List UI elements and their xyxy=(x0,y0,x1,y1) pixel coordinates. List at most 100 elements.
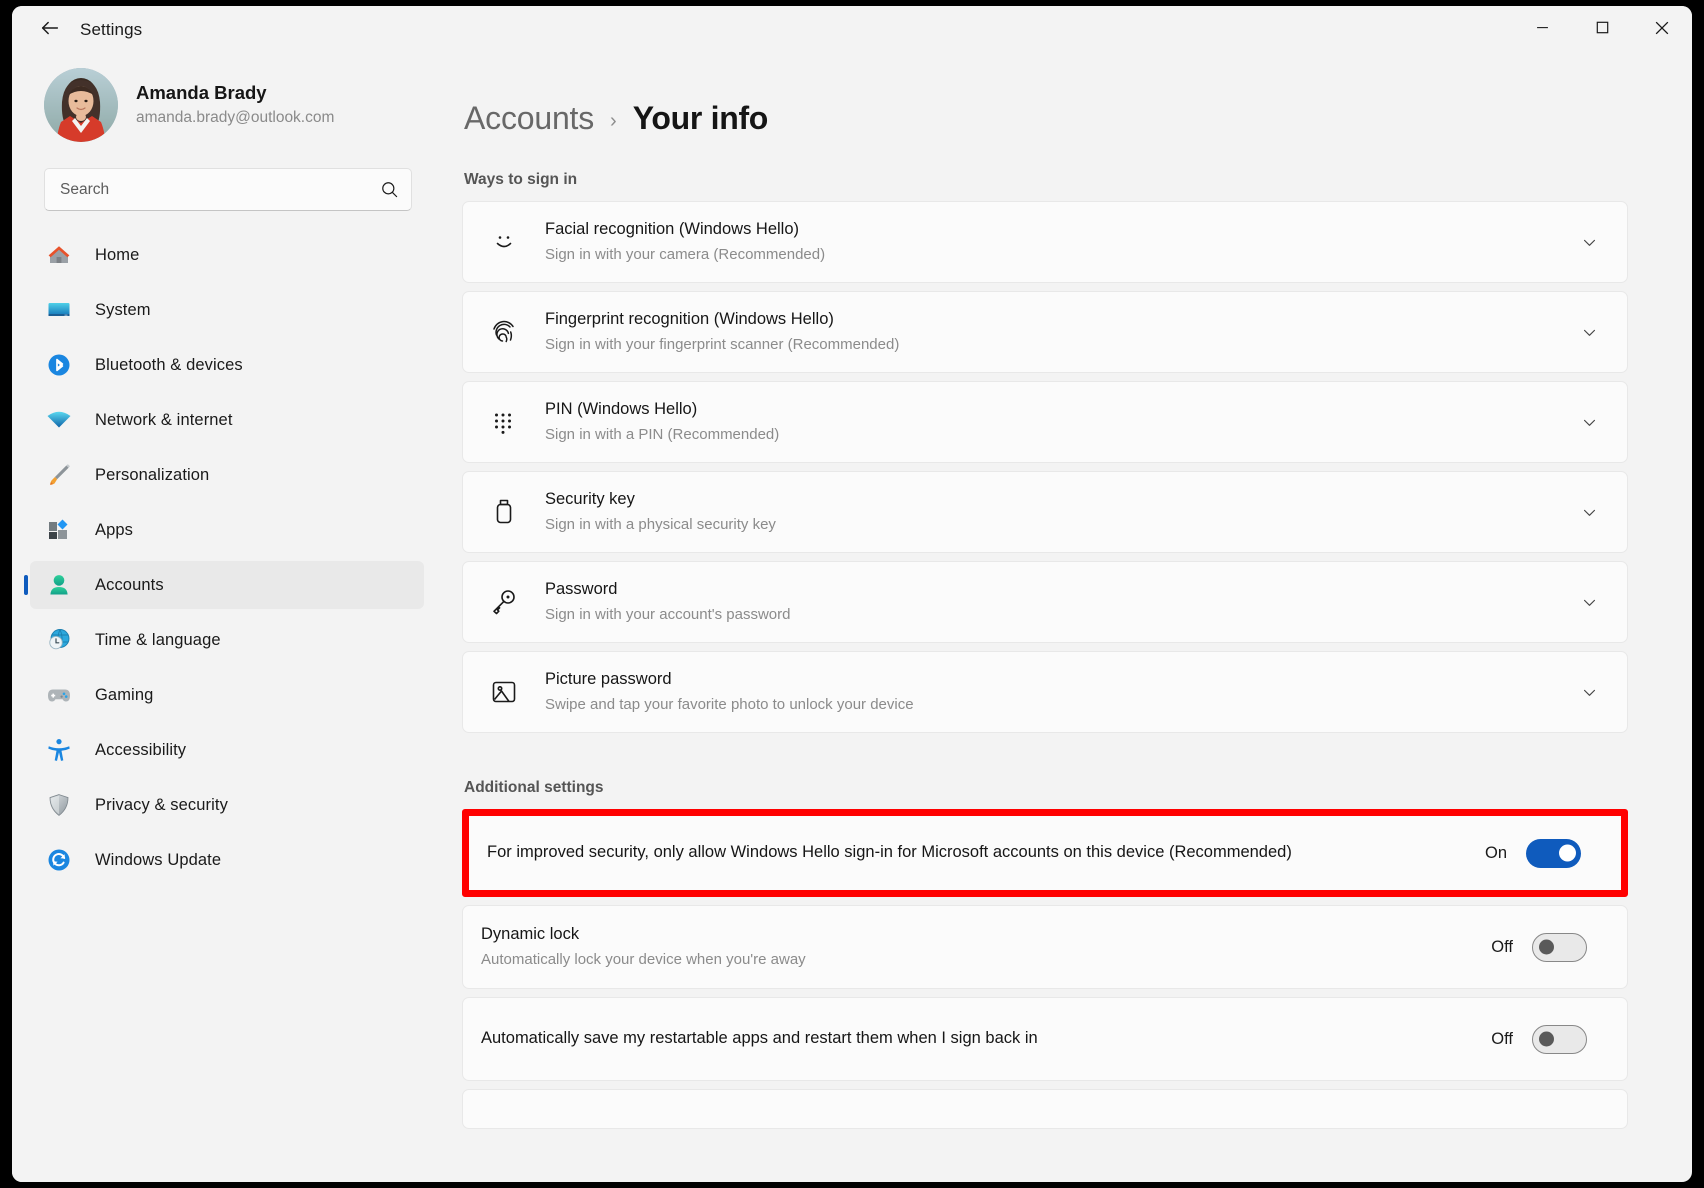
sidebar-item-label: Bluetooth & devices xyxy=(95,356,243,375)
key-icon xyxy=(487,587,521,617)
home-icon xyxy=(44,240,74,270)
picture-icon xyxy=(487,678,521,706)
signin-row-picture-password[interactable]: Picture password Swipe and tap your favo… xyxy=(462,651,1628,733)
setting-row-dynamic-lock[interactable]: Dynamic lock Automatically lock your dev… xyxy=(462,905,1628,989)
ways-to-sign-in-heading: Ways to sign in xyxy=(464,171,1628,189)
search-input[interactable] xyxy=(60,181,380,199)
sidebar-item-label: Windows Update xyxy=(95,851,221,870)
setting-row-partial[interactable] xyxy=(462,1089,1628,1129)
maximize-icon xyxy=(1596,21,1609,39)
sidebar-item-accessibility[interactable]: Accessibility xyxy=(30,726,424,774)
row-subtitle: Sign in with your account's password xyxy=(545,604,1573,626)
sidebar-item-time-language[interactable]: Time & language xyxy=(30,616,424,664)
row-subtitle: Sign in with a PIN (Recommended) xyxy=(545,424,1573,446)
sidebar-item-accounts[interactable]: Accounts xyxy=(30,561,424,609)
sidebar-item-system[interactable]: System xyxy=(30,286,424,334)
row-subtitle: Sign in with a physical security key xyxy=(545,514,1573,536)
chevron-down-icon[interactable] xyxy=(1573,414,1605,431)
window-title: Settings xyxy=(80,20,142,40)
sidebar-item-home[interactable]: Home xyxy=(30,231,424,279)
row-title: Automatically save my restartable apps a… xyxy=(481,1027,1457,1051)
main-content: Accounts › Your info Ways to sign in Fac… xyxy=(440,54,1692,1182)
setting-row-restartable-apps[interactable]: Automatically save my restartable apps a… xyxy=(462,997,1628,1081)
usb-key-icon xyxy=(487,498,521,526)
row-subtitle: Swipe and tap your favorite photo to unl… xyxy=(545,694,1573,716)
sidebar-item-label: Privacy & security xyxy=(95,796,228,815)
minimize-icon xyxy=(1536,21,1549,39)
accessibility-icon xyxy=(44,735,74,765)
close-button[interactable] xyxy=(1632,6,1692,54)
sidebar-item-label: System xyxy=(95,301,151,320)
signin-row-security-key[interactable]: Security key Sign in with a physical sec… xyxy=(462,471,1628,553)
toggle-switch-windows-hello-only[interactable] xyxy=(1526,839,1581,868)
setting-row-windows-hello-only[interactable]: For improved security, only allow Window… xyxy=(469,816,1621,890)
sidebar-item-windows-update[interactable]: Windows Update xyxy=(30,836,424,884)
search-box[interactable] xyxy=(44,168,412,211)
toggle-state-label: Off xyxy=(1487,1030,1513,1049)
signin-row-password[interactable]: Password Sign in with your account's pas… xyxy=(462,561,1628,643)
sidebar-item-gaming[interactable]: Gaming xyxy=(30,671,424,719)
title-bar: Settings xyxy=(12,6,1692,54)
toggle-state-label: Off xyxy=(1487,938,1513,957)
row-title: For improved security, only allow Window… xyxy=(487,841,1451,865)
row-title: Facial recognition (Windows Hello) xyxy=(545,218,1573,242)
row-title: Password xyxy=(545,578,1573,602)
chevron-down-icon[interactable] xyxy=(1573,594,1605,611)
breadcrumb: Accounts › Your info xyxy=(462,100,1628,137)
row-title: Dynamic lock xyxy=(481,923,1457,947)
toggle-group: Off xyxy=(1487,933,1587,962)
sidebar-item-personalization[interactable]: Personalization xyxy=(30,451,424,499)
wifi-icon xyxy=(44,405,74,435)
breadcrumb-parent[interactable]: Accounts xyxy=(464,100,594,137)
sidebar-item-label: Time & language xyxy=(95,631,221,650)
chevron-down-icon[interactable] xyxy=(1573,234,1605,251)
chevron-down-icon[interactable] xyxy=(1573,324,1605,341)
sidebar-item-network[interactable]: Network & internet xyxy=(30,396,424,444)
apps-icon xyxy=(44,515,74,545)
chevron-down-icon[interactable] xyxy=(1573,684,1605,701)
paintbrush-icon xyxy=(44,460,74,490)
row-subtitle: Automatically lock your device when you'… xyxy=(481,949,1457,971)
row-title: Picture password xyxy=(545,668,1573,692)
row-title: Fingerprint recognition (Windows Hello) xyxy=(545,308,1573,332)
system-icon xyxy=(44,295,74,325)
shield-icon xyxy=(44,790,74,820)
sidebar-item-label: Network & internet xyxy=(95,411,233,430)
sidebar-item-apps[interactable]: Apps xyxy=(30,506,424,554)
chevron-down-icon[interactable] xyxy=(1573,504,1605,521)
sidebar-item-privacy-security[interactable]: Privacy & security xyxy=(30,781,424,829)
sidebar-item-label: Accessibility xyxy=(95,741,186,760)
signin-row-fingerprint-recognition[interactable]: Fingerprint recognition (Windows Hello) … xyxy=(462,291,1628,373)
minimize-button[interactable] xyxy=(1512,6,1572,54)
toggle-group: On xyxy=(1481,839,1581,868)
row-title: Security key xyxy=(545,488,1573,512)
sidebar-item-label: Personalization xyxy=(95,466,209,485)
signin-row-pin[interactable]: PIN (Windows Hello) Sign in with a PIN (… xyxy=(462,381,1628,463)
row-title: PIN (Windows Hello) xyxy=(545,398,1573,422)
signin-row-facial-recognition[interactable]: Facial recognition (Windows Hello) Sign … xyxy=(462,201,1628,283)
account-email: amanda.brady@outlook.com xyxy=(136,107,334,129)
update-icon xyxy=(44,845,74,875)
sidebar-item-label: Gaming xyxy=(95,686,153,705)
maximize-button[interactable] xyxy=(1572,6,1632,54)
toggle-switch-dynamic-lock[interactable] xyxy=(1532,933,1587,962)
account-summary[interactable]: Amanda Brady amanda.brady@outlook.com xyxy=(30,54,424,160)
sidebar-item-label: Apps xyxy=(95,521,133,540)
pin-dots-icon xyxy=(487,409,521,435)
sidebar-item-bluetooth[interactable]: Bluetooth & devices xyxy=(30,341,424,389)
back-arrow-icon xyxy=(39,17,61,44)
row-subtitle: Sign in with your fingerprint scanner (R… xyxy=(545,334,1573,356)
row-subtitle: Sign in with your camera (Recommended) xyxy=(545,244,1573,266)
gamepad-icon xyxy=(44,680,74,710)
window-controls xyxy=(1512,6,1692,54)
avatar xyxy=(44,68,118,142)
bluetooth-icon xyxy=(44,350,74,380)
toggle-switch-restartable-apps[interactable] xyxy=(1532,1025,1587,1054)
highlight-box: For improved security, only allow Window… xyxy=(462,809,1628,897)
page-title: Your info xyxy=(633,100,768,137)
person-icon xyxy=(44,570,74,600)
back-button[interactable] xyxy=(30,13,70,47)
search-icon[interactable] xyxy=(380,180,399,199)
sidebar-item-label: Home xyxy=(95,246,139,265)
toggle-state-label: On xyxy=(1481,844,1507,863)
